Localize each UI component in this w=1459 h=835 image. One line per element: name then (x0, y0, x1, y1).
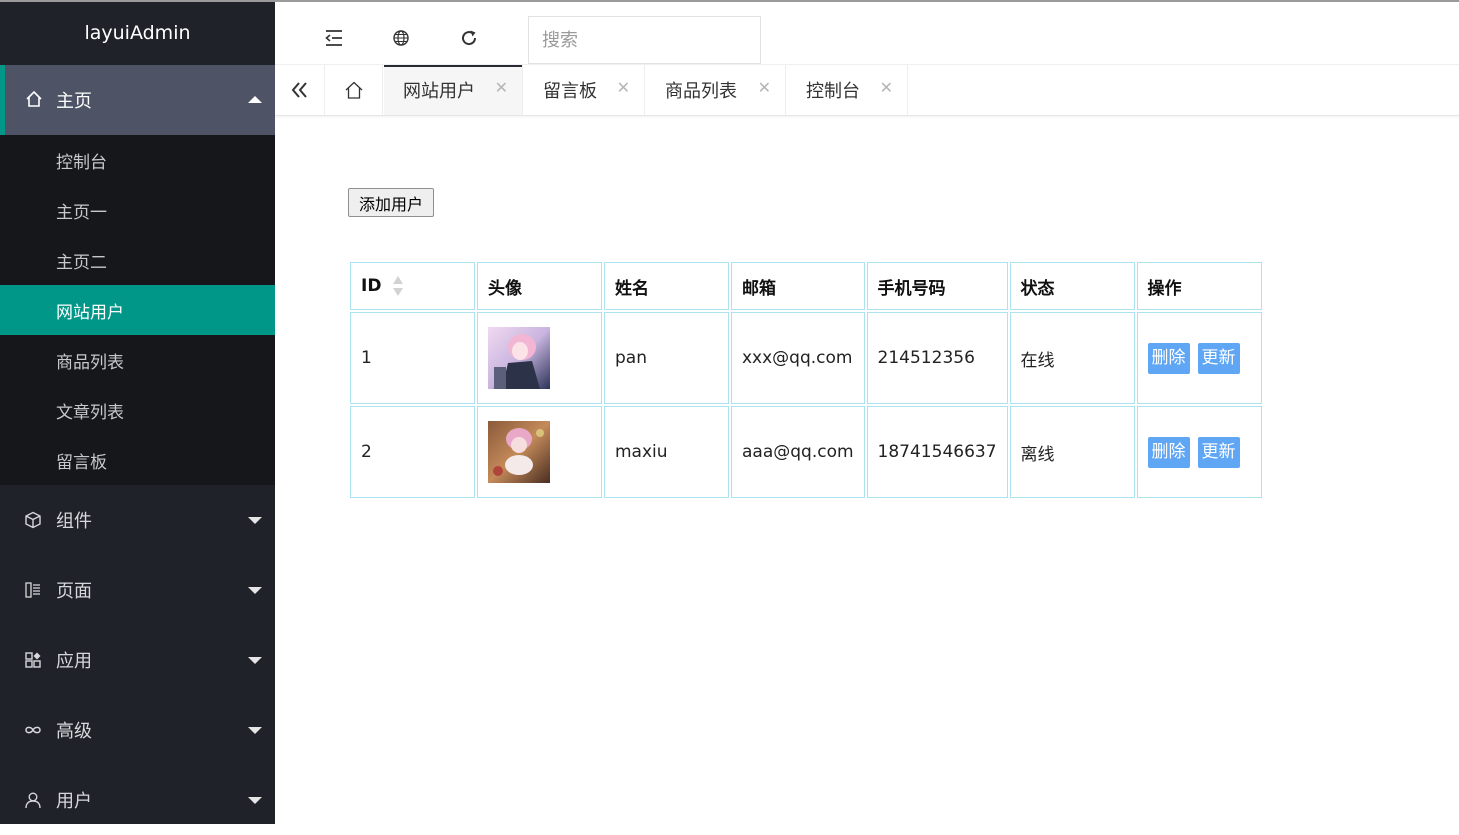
avatar (488, 327, 550, 389)
sidebar-subnav-home: 控制台 主页一 主页二 网站用户 商品列表 文章列表 留言板 (0, 135, 275, 485)
cell-email: xxx@qq.com (731, 312, 865, 404)
app-logo[interactable]: layuiAdmin (0, 0, 275, 65)
sidebar-group-home[interactable]: 主页 (0, 65, 275, 135)
cell-avatar (477, 406, 602, 498)
caret-up-icon (248, 96, 262, 103)
cell-phone: 18741546637 (866, 406, 1008, 498)
sidebar-group-pages-label: 页面 (56, 581, 92, 602)
website-globe-icon[interactable] (391, 28, 411, 48)
sidebar-group-components-label: 组件 (56, 511, 92, 532)
search-input[interactable] (528, 16, 761, 64)
sidebar-item-message-board[interactable]: 留言板 (0, 435, 275, 485)
cell-actions: 删除 更新 (1136, 312, 1262, 404)
sidebar-group-home-label: 主页 (56, 91, 92, 112)
home-icon (345, 81, 363, 99)
caret-down-icon (248, 727, 262, 734)
close-icon[interactable]: ✕ (617, 78, 630, 97)
cell-email: aaa@qq.com (731, 406, 865, 498)
cell-id: 2 (350, 406, 475, 498)
update-button[interactable]: 更新 (1197, 436, 1240, 468)
tab-label: 控制台 (806, 81, 860, 102)
avatar (488, 421, 550, 483)
close-icon[interactable]: ✕ (880, 78, 893, 97)
caret-down-icon (248, 657, 262, 664)
tab-message-board[interactable]: 留言板 ✕ (524, 65, 645, 115)
delete-button[interactable]: 删除 (1147, 342, 1190, 374)
home-icon (25, 90, 43, 113)
page-icon (24, 581, 42, 604)
sidebar-item-home-two[interactable]: 主页二 (0, 235, 275, 285)
column-header-status: 状态 (1009, 262, 1135, 310)
sidebar-group-apps[interactable]: 应用 (0, 625, 275, 695)
add-user-button[interactable]: 添加用户 (348, 188, 434, 217)
caret-down-icon (248, 517, 262, 524)
sidebar-group-apps-label: 应用 (56, 651, 92, 672)
users-table: ID 头像 姓名 邮箱 手机号码 状态 操作 1 pan xxx@qq.com … (348, 260, 1264, 500)
table-row: 2 maxiu aaa@qq.com 18741546637 离线 删除 更新 (350, 406, 1262, 498)
sort-icon[interactable] (393, 275, 404, 297)
tab-product-list[interactable]: 商品列表 ✕ (646, 65, 786, 115)
table-row: 1 pan xxx@qq.com 214512356 在线 删除 更新 (350, 312, 1262, 404)
cell-name: pan (604, 312, 729, 404)
close-icon[interactable]: ✕ (758, 78, 771, 97)
top-border (0, 0, 1459, 2)
tab-label: 网站用户 (403, 81, 475, 102)
apps-icon (24, 651, 42, 674)
cell-avatar (477, 312, 602, 404)
column-header-avatar: 头像 (477, 262, 602, 310)
update-button[interactable]: 更新 (1197, 342, 1240, 374)
tab-site-users[interactable]: 网站用户 ✕ (384, 65, 523, 115)
cell-actions: 删除 更新 (1136, 406, 1262, 498)
cube-icon (24, 511, 42, 534)
infinity-icon (24, 721, 42, 744)
refresh-icon[interactable] (459, 28, 479, 48)
tabs-scroll-left-button[interactable] (275, 65, 325, 115)
column-header-name: 姓名 (604, 262, 729, 310)
tab-bar: 网站用户 ✕ 留言板 ✕ 商品列表 ✕ 控制台 ✕ (275, 65, 1459, 116)
sidebar-group-pages[interactable]: 页面 (0, 555, 275, 625)
delete-button[interactable]: 删除 (1147, 436, 1190, 468)
header (275, 2, 1459, 65)
double-chevron-left-icon (291, 82, 307, 98)
tab-console[interactable]: 控制台 ✕ (787, 65, 908, 115)
cell-id: 1 (350, 312, 475, 404)
sidebar-item-console[interactable]: 控制台 (0, 135, 275, 185)
cell-status: 离线 (1009, 406, 1135, 498)
menu-shrink-icon[interactable] (324, 28, 344, 48)
sidebar-group-advanced-label: 高级 (56, 721, 92, 742)
user-icon (24, 791, 42, 814)
sidebar-item-article-list[interactable]: 文章列表 (0, 385, 275, 435)
cell-phone: 214512356 (866, 312, 1008, 404)
table-header-row: ID 头像 姓名 邮箱 手机号码 状态 操作 (350, 262, 1262, 310)
tab-label: 留言板 (543, 81, 597, 102)
cell-name: maxiu (604, 406, 729, 498)
sidebar-group-advanced[interactable]: 高级 (0, 695, 275, 765)
close-icon[interactable]: ✕ (495, 78, 508, 97)
column-header-phone: 手机号码 (866, 262, 1008, 310)
column-header-actions: 操作 (1136, 262, 1262, 310)
tab-home[interactable] (326, 65, 383, 115)
sidebar-group-users-label: 用户 (56, 791, 92, 812)
column-header-label: ID (361, 276, 382, 296)
tab-label: 商品列表 (665, 81, 737, 102)
column-header-id[interactable]: ID (350, 262, 475, 310)
sidebar: layuiAdmin 主页 控制台 主页一 主页二 网站用户 商品列表 文章列表… (0, 0, 275, 824)
sidebar-item-home-one[interactable]: 主页一 (0, 185, 275, 235)
sidebar-group-components[interactable]: 组件 (0, 485, 275, 555)
sidebar-group-users[interactable]: 用户 (0, 765, 275, 835)
column-header-email: 邮箱 (731, 262, 865, 310)
cell-status: 在线 (1009, 312, 1135, 404)
sidebar-item-product-list[interactable]: 商品列表 (0, 335, 275, 385)
sidebar-item-site-users[interactable]: 网站用户 (0, 285, 275, 335)
caret-down-icon (248, 587, 262, 594)
caret-down-icon (248, 797, 262, 804)
